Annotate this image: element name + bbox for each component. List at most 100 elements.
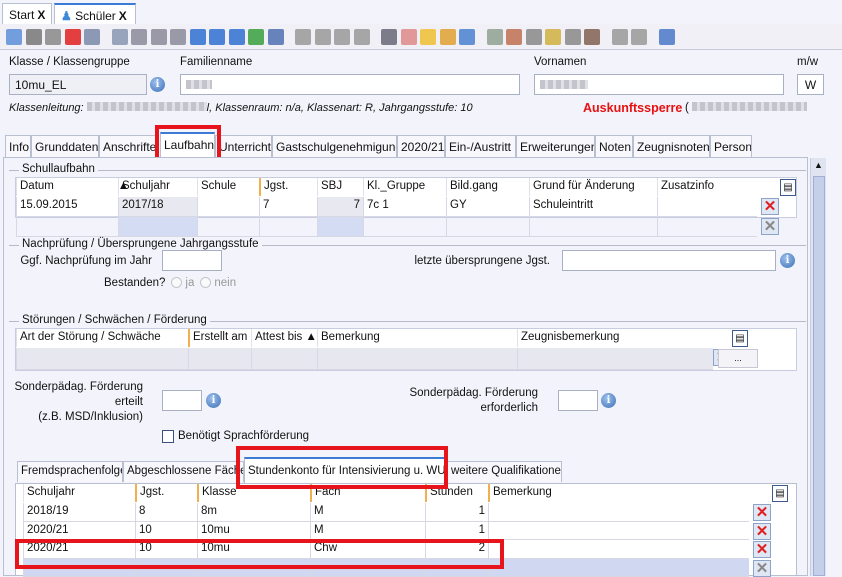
delete-row-icon[interactable]: ✕ [761,218,779,235]
table-cell[interactable] [488,503,749,522]
table-cell[interactable] [529,217,657,237]
table-cell[interactable] [16,348,188,370]
column-header[interactable]: Schuljahr [23,484,135,502]
paste-icon[interactable] [354,29,370,45]
delete-row-icon[interactable]: ✕ [761,198,779,215]
copy-form-icon[interactable] [112,29,128,45]
tab-person[interactable]: Person [710,135,752,157]
undo-icon[interactable] [45,29,61,45]
help-icon[interactable] [659,29,675,45]
table-cell[interactable] [488,540,749,559]
table-cell[interactable] [657,217,757,237]
column-header[interactable]: Bemerkung [488,484,749,502]
column-header[interactable]: Bild.gang [446,178,529,196]
prev-fast-icon[interactable] [151,29,167,45]
tab-grunddaten[interactable]: Grunddaten [31,135,99,157]
klasse-field[interactable]: 10mu_EL [9,74,147,95]
table-cell[interactable]: 1 [425,522,488,541]
column-header[interactable]: Datum ▲ [16,178,118,196]
cut-icon[interactable] [315,29,331,45]
table-cell[interactable] [317,348,517,370]
column-header[interactable]: Schule [197,178,259,196]
table-cell[interactable] [16,217,118,237]
column-header[interactable]: Jgst. [259,178,317,196]
subtab-3[interactable]: weitere Qualifikationen [447,461,562,482]
alarm-icon[interactable] [459,29,475,45]
print-icon[interactable] [381,29,397,45]
delete-row-icon[interactable]: ✕ [753,504,771,521]
column-header[interactable]: Bemerkung [317,329,517,347]
export-icon[interactable] [487,29,503,45]
tab-noten[interactable]: Noten [595,135,633,157]
column-header[interactable]: Attest bis ▲ [251,329,317,347]
erforderlich-input[interactable] [558,390,598,411]
column-header[interactable]: Art der Störung / Schwäche [16,329,188,347]
list-icon[interactable] [268,29,284,45]
tab-anschriften[interactable]: Anschriften [99,135,157,157]
last-icon[interactable] [229,29,245,45]
table-cell[interactable] [197,217,259,237]
save-icon[interactable] [26,29,42,45]
info-icon[interactable]: i [206,393,221,408]
tab-gastschulgenehmigung[interactable]: Gastschulgenehmigung [272,135,397,157]
table-cell[interactable] [118,217,197,237]
close-icon[interactable]: X [119,9,127,23]
erteilt-input[interactable] [162,390,202,411]
familienname-field[interactable] [180,74,520,95]
back-icon[interactable] [295,29,311,45]
table-cell[interactable]: 7 [259,197,317,217]
prev-icon[interactable] [170,29,186,45]
close-icon[interactable]: X [37,8,45,22]
scroll-up-icon[interactable]: ▲ [814,160,823,170]
table-cell[interactable]: 15.09.2015 [16,197,118,217]
vornamen-field[interactable] [534,74,784,95]
column-chooser-icon[interactable]: ▤ [772,485,788,502]
table-cell[interactable] [197,197,259,217]
tab-start[interactable]: StartX [2,3,52,25]
radio-nein[interactable] [200,277,211,288]
subtab-1[interactable]: Abgeschlossene Fächer [123,461,244,482]
scrollbar[interactable]: ▲ [810,158,826,576]
table-cell[interactable]: 10mu [197,522,310,541]
delete-icon[interactable] [65,29,81,45]
table-cell[interactable]: 7 [317,197,363,217]
next-icon[interactable] [190,29,206,45]
tab-2020-21[interactable]: 2020/21 [397,135,445,157]
info-icon[interactable]: i [601,393,616,408]
delete-row-icon[interactable]: ✕ [753,523,771,540]
new-icon[interactable] [6,29,22,45]
table-cell[interactable]: 8 [135,503,197,522]
delete-row-icon[interactable]: ✕ [753,560,771,577]
table-cell[interactable] [317,217,363,237]
table-cell[interactable] [657,197,757,217]
tab-zeugnisnoten[interactable]: Zeugnisnoten [633,135,710,157]
first-icon[interactable] [131,29,147,45]
contact-icon[interactable] [584,29,600,45]
info-icon[interactable]: i [150,77,165,92]
tab-schueler[interactable]: ♟ SchülerX [54,3,136,25]
table-cell[interactable] [517,348,713,370]
table-cell[interactable]: 1 [425,503,488,522]
table-cell[interactable]: GY [446,197,529,217]
tab-ein-austritt[interactable]: Ein-/Austritt [445,135,516,157]
subtab-0[interactable]: Fremdsprachenfolge [17,461,123,482]
column-header[interactable]: Grund für Änderung [529,178,657,196]
table-cell[interactable] [259,217,317,237]
tab-erweiterungen[interactable]: Erweiterungen [516,135,595,157]
refresh-icon[interactable] [248,29,264,45]
idea-icon[interactable] [420,29,436,45]
table-cell[interactable] [488,559,749,577]
table-cell[interactable]: Schuleintritt [529,197,657,217]
table-cell[interactable] [446,217,529,237]
flag-icon[interactable] [612,29,628,45]
tab-unterricht[interactable]: Unterricht [215,135,272,157]
scrollbar-thumb[interactable] [813,176,825,576]
column-header[interactable]: Erstellt am [188,329,251,347]
user-icon[interactable] [506,29,522,45]
table-cell[interactable] [363,217,446,237]
flag2-icon[interactable] [631,29,647,45]
delete-row-icon[interactable]: ✕ [753,541,771,558]
column-header[interactable]: Jgst. [135,484,197,502]
column-header[interactable]: Zeugnisbemerkung [517,329,713,347]
table-cell[interactable]: 10 [135,522,197,541]
